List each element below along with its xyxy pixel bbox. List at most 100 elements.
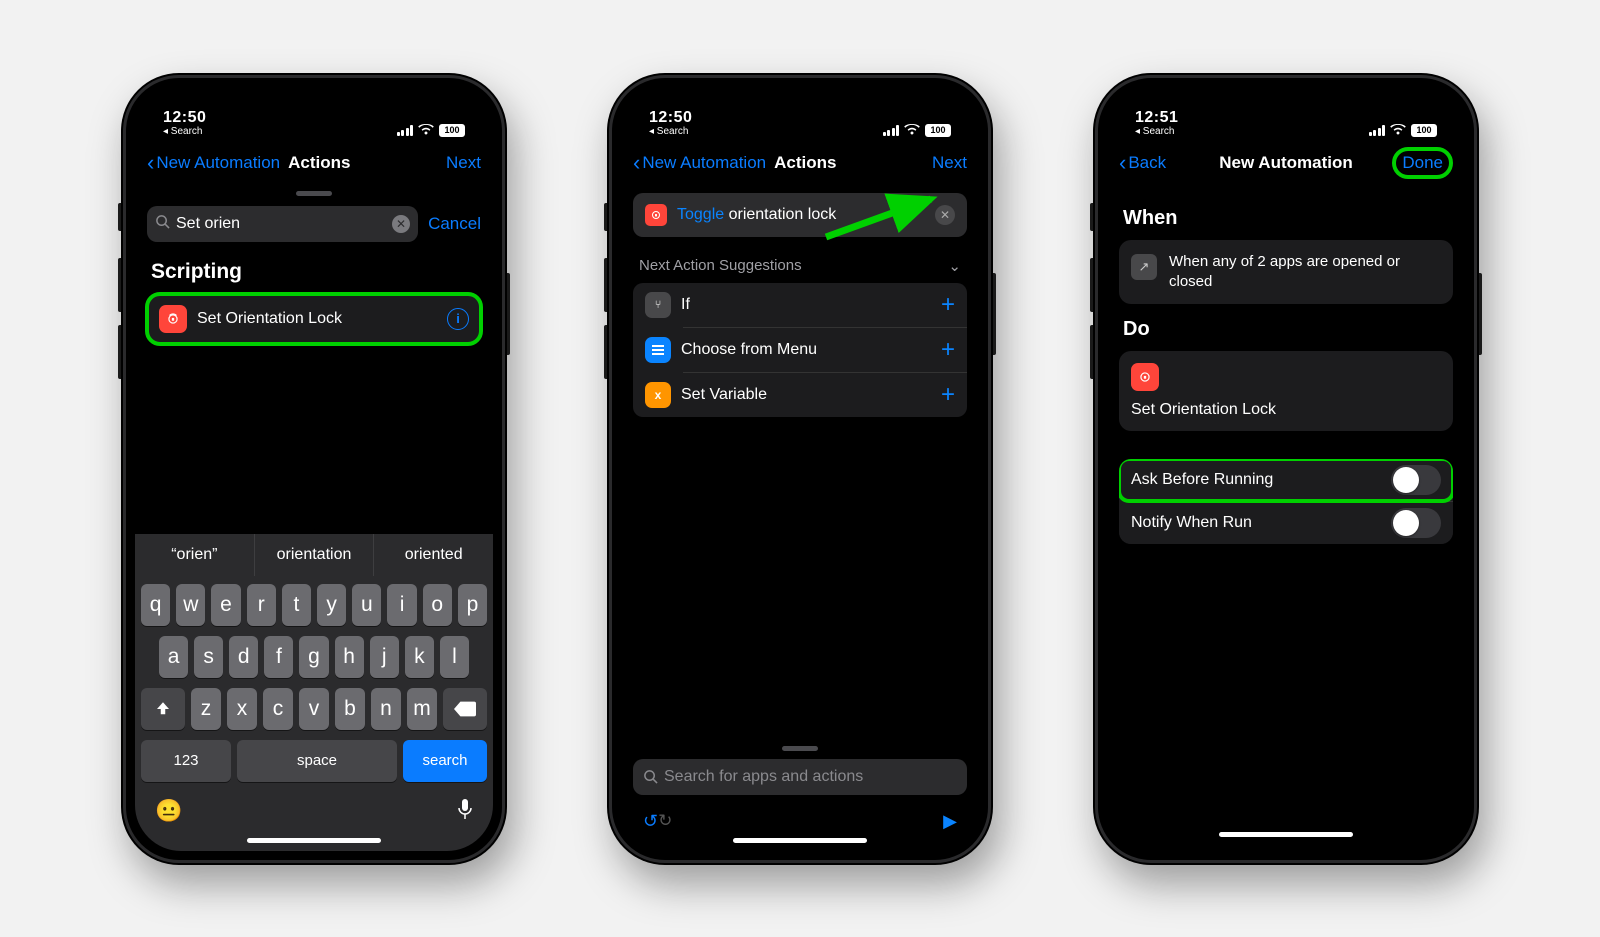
key-i[interactable]: i bbox=[387, 584, 416, 626]
toggle-ask-before-running[interactable]: Ask Before Running bbox=[1119, 459, 1453, 501]
do-action-label: Set Orientation Lock bbox=[1131, 401, 1441, 419]
when-condition-card[interactable]: ↗ When any of 2 apps are opened or close… bbox=[1119, 240, 1453, 305]
if-icon: ⑂ bbox=[645, 292, 671, 318]
pred-1[interactable]: “orien” bbox=[135, 534, 255, 576]
plus-icon[interactable]: + bbox=[941, 336, 955, 364]
home-indicator[interactable] bbox=[733, 838, 867, 843]
search-key[interactable]: search bbox=[403, 740, 487, 782]
key-r[interactable]: r bbox=[247, 584, 276, 626]
home-indicator[interactable] bbox=[247, 838, 381, 843]
nav-back-button[interactable]: ‹ Back bbox=[1119, 150, 1166, 176]
nav-back-label: New Automation bbox=[642, 153, 766, 173]
breadcrumb-back[interactable]: ◂ Search bbox=[649, 127, 688, 137]
nav-next-button[interactable]: Next bbox=[446, 153, 481, 173]
play-icon[interactable]: ▶ bbox=[943, 811, 957, 832]
status-time: 12:51 bbox=[1135, 110, 1178, 126]
chevron-left-icon: ‹ bbox=[633, 150, 640, 176]
key-y[interactable]: y bbox=[317, 584, 346, 626]
status-time: 12:50 bbox=[649, 110, 692, 126]
nav-done-button[interactable]: Done bbox=[1392, 147, 1453, 179]
keyboard-predictions[interactable]: “orien” orientation oriented bbox=[135, 534, 493, 576]
key-v[interactable]: v bbox=[299, 688, 329, 730]
switch-icon[interactable] bbox=[1391, 465, 1441, 495]
chevron-left-icon: ‹ bbox=[147, 150, 154, 176]
nav-back-button[interactable]: ‹ New Automation Actions bbox=[147, 150, 350, 176]
key-f[interactable]: f bbox=[264, 636, 293, 678]
clear-icon[interactable]: ✕ bbox=[392, 215, 410, 233]
key-h[interactable]: h bbox=[335, 636, 364, 678]
key-c[interactable]: c bbox=[263, 688, 293, 730]
remove-action-icon[interactable]: ✕ bbox=[935, 205, 955, 225]
shift-key[interactable] bbox=[141, 688, 185, 730]
device-1: 12:50 ◂ Search 100 ‹ New Automation Acti… bbox=[121, 73, 507, 865]
search-input[interactable]: ✕ bbox=[147, 206, 418, 242]
nav-bar: ‹ Back New Automation Done bbox=[1107, 141, 1465, 185]
key-p[interactable]: p bbox=[458, 584, 487, 626]
sheet-handle[interactable] bbox=[296, 191, 332, 196]
suggestion-choose-menu[interactable]: Choose from Menu + bbox=[633, 328, 967, 372]
emoji-key[interactable]: 😐 bbox=[155, 798, 182, 826]
key-n[interactable]: n bbox=[371, 688, 401, 730]
info-icon[interactable]: i bbox=[447, 308, 469, 330]
key-x[interactable]: x bbox=[227, 688, 257, 730]
key-z[interactable]: z bbox=[191, 688, 221, 730]
undo-icon[interactable]: ↺ bbox=[643, 811, 658, 832]
wifi-icon bbox=[904, 124, 920, 136]
key-e[interactable]: e bbox=[211, 584, 240, 626]
key-o[interactable]: o bbox=[423, 584, 452, 626]
nav-next-button[interactable]: Next bbox=[932, 153, 967, 173]
cancel-button[interactable]: Cancel bbox=[428, 214, 481, 234]
suggestions-header[interactable]: Next Action Suggestions ⌄ bbox=[633, 253, 967, 283]
result-set-orientation-lock[interactable]: Set Orientation Lock i bbox=[147, 294, 481, 344]
cellular-icon bbox=[397, 125, 414, 136]
delete-key[interactable] bbox=[443, 688, 487, 730]
result-label: Set Orientation Lock bbox=[197, 310, 437, 328]
sheet-handle[interactable] bbox=[782, 746, 818, 751]
nav-bar: ‹ New Automation Actions Next bbox=[135, 141, 493, 185]
device-3: 12:51 ◂ Search 100 ‹ Back New Automation… bbox=[1093, 73, 1479, 865]
key-b[interactable]: b bbox=[335, 688, 365, 730]
key-q[interactable]: q bbox=[141, 584, 170, 626]
key-a[interactable]: a bbox=[159, 636, 188, 678]
key-t[interactable]: t bbox=[282, 584, 311, 626]
plus-icon[interactable]: + bbox=[941, 291, 955, 319]
search-actions-input[interactable]: Search for apps and actions bbox=[633, 759, 967, 795]
battery-icon: 100 bbox=[439, 124, 465, 137]
switch-icon[interactable] bbox=[1391, 508, 1441, 538]
key-w[interactable]: w bbox=[176, 584, 205, 626]
pred-3[interactable]: oriented bbox=[374, 534, 493, 576]
page-title: Actions bbox=[774, 153, 836, 173]
key-l[interactable]: l bbox=[440, 636, 469, 678]
breadcrumb-back[interactable]: ◂ Search bbox=[163, 127, 202, 137]
toggle-label: Notify When Run bbox=[1131, 514, 1252, 532]
mic-key[interactable] bbox=[457, 798, 473, 826]
action-toggle-orientation-lock[interactable]: Toggle orientation lock ✕ bbox=[633, 193, 967, 237]
key-d[interactable]: d bbox=[229, 636, 258, 678]
suggestion-if[interactable]: ⑂ If + bbox=[633, 283, 967, 327]
breadcrumb-back[interactable]: ◂ Search bbox=[1135, 127, 1174, 137]
redo-icon[interactable]: ↻ bbox=[658, 811, 672, 831]
home-indicator[interactable] bbox=[1219, 832, 1353, 837]
suggestions-list: ⑂ If + Choose from Menu + x Set Variable bbox=[633, 283, 967, 417]
plus-icon[interactable]: + bbox=[941, 381, 955, 409]
nav-back-label: Back bbox=[1128, 153, 1166, 173]
toggle-notify-when-run[interactable]: Notify When Run bbox=[1119, 502, 1453, 544]
suggestion-set-variable[interactable]: x Set Variable + bbox=[633, 373, 967, 417]
do-action-card[interactable]: Set Orientation Lock bbox=[1119, 351, 1453, 431]
page-title: New Automation bbox=[1219, 153, 1352, 173]
key-g[interactable]: g bbox=[299, 636, 328, 678]
pred-2[interactable]: orientation bbox=[255, 534, 375, 576]
numbers-key[interactable]: 123 bbox=[141, 740, 231, 782]
key-u[interactable]: u bbox=[352, 584, 381, 626]
keyboard[interactable]: “orien” orientation oriented qwertyuiop … bbox=[135, 534, 493, 851]
key-s[interactable]: s bbox=[194, 636, 223, 678]
space-key[interactable]: space bbox=[237, 740, 397, 782]
wifi-icon bbox=[418, 124, 434, 136]
key-j[interactable]: j bbox=[370, 636, 399, 678]
key-m[interactable]: m bbox=[407, 688, 437, 730]
section-header-scripting: Scripting bbox=[151, 260, 481, 284]
key-k[interactable]: k bbox=[405, 636, 434, 678]
search-input-field[interactable] bbox=[176, 215, 386, 233]
toggle-label: Ask Before Running bbox=[1131, 471, 1273, 489]
nav-back-button[interactable]: ‹ New Automation Actions bbox=[633, 150, 836, 176]
